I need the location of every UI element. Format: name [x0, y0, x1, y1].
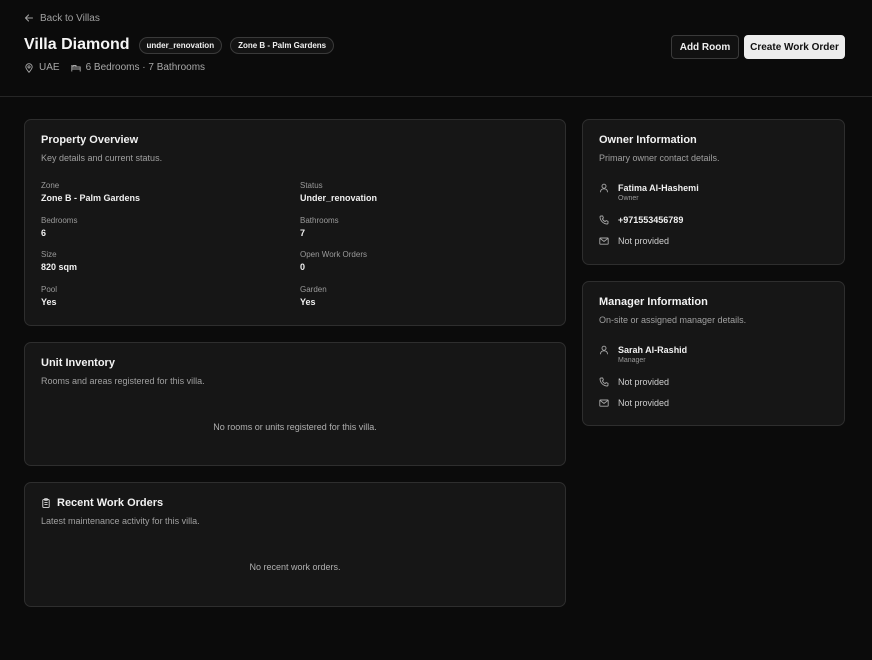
recent-work-orders-card: Recent Work Orders Latest maintenance ac…	[24, 482, 566, 607]
recent-work-orders-heading: Recent Work Orders	[41, 497, 163, 509]
recent-work-orders-subtitle: Latest maintenance activity for this vil…	[41, 516, 200, 526]
rooms-summary-text: 6 Bedrooms · 7 Bathrooms	[85, 62, 206, 73]
field-value: Yes	[300, 297, 316, 307]
phone-icon	[599, 377, 609, 387]
manager-name-row: Sarah Al-Rashid Manager	[599, 344, 687, 366]
field-open-work-orders: Open Work Orders 0	[300, 250, 367, 274]
field-bedrooms: Bedrooms 6	[41, 216, 77, 240]
user-icon	[600, 345, 608, 355]
unit-inventory-title: Unit Inventory	[41, 357, 115, 369]
field-label: Bedrooms	[41, 216, 78, 225]
field-label: Zone	[41, 181, 60, 190]
owner-role: Owner	[618, 195, 639, 202]
recent-work-orders-title: Recent Work Orders	[57, 497, 164, 509]
field-label: Bathrooms	[300, 216, 339, 225]
owner-information-card: Owner Information Primary owner contact …	[582, 119, 845, 265]
manager-name: Sarah Al-Rashid	[618, 345, 688, 355]
mail-icon	[599, 237, 609, 245]
field-label: Garden	[300, 285, 327, 294]
manager-email: Not provided	[618, 398, 670, 408]
field-label: Open Work Orders	[300, 250, 367, 259]
status-badge: under_renovation	[138, 36, 223, 54]
field-zone: Zone Zone B - Palm Gardens	[41, 181, 140, 205]
manager-role: Manager	[618, 357, 646, 364]
title-row: Villa Diamond under_renovation Zone B - …	[24, 36, 335, 54]
user-icon	[600, 183, 608, 193]
unit-inventory-card: Unit Inventory Rooms and areas registere…	[24, 342, 566, 466]
phone-icon	[599, 215, 609, 225]
manager-information-title: Manager Information	[599, 296, 708, 308]
property-overview-subtitle: Key details and current status.	[41, 153, 163, 163]
create-work-order-button[interactable]: Create Work Order	[744, 35, 845, 59]
field-label: Status	[300, 181, 323, 190]
bed-icon	[70, 64, 81, 71]
unit-inventory-subtitle: Rooms and areas registered for this vill…	[41, 376, 205, 386]
owner-name-row: Fatima Al-Hashemi Owner	[599, 182, 699, 204]
field-label: Pool	[41, 285, 58, 294]
property-overview-title: Property Overview	[41, 134, 139, 146]
owner-email-row: Not provided	[599, 235, 669, 247]
manager-email-row: Not provided	[599, 397, 669, 409]
page-title: Villa Diamond	[24, 36, 130, 53]
manager-phone: Not provided	[618, 377, 670, 387]
back-link-label: Back to Villas	[40, 12, 100, 24]
arrow-left-icon	[24, 14, 34, 22]
clipboard-icon	[42, 498, 50, 508]
page-header: Back to Villas Villa Diamond under_renov…	[0, 0, 872, 97]
owner-phone-row: +971553456789	[599, 214, 683, 226]
recent-work-orders-empty: No recent work orders.	[249, 562, 341, 572]
map-pin-icon	[25, 62, 33, 73]
field-value: Zone B - Palm Gardens	[41, 193, 141, 203]
back-to-villas-link[interactable]: Back to Villas	[24, 11, 100, 25]
owner-email: Not provided	[618, 236, 670, 246]
field-value: 6	[41, 228, 47, 238]
location-meta: UAE	[24, 62, 60, 73]
mail-icon	[599, 399, 609, 407]
field-status: Status Under_renovation	[300, 181, 377, 205]
property-overview-card: Property Overview Key details and curren…	[24, 119, 566, 326]
field-value: 7	[300, 228, 306, 238]
field-value: 820 sqm	[41, 262, 78, 272]
owner-phone: +971553456789	[618, 215, 684, 225]
owner-information-subtitle: Primary owner contact details.	[599, 153, 720, 163]
field-size: Size 820 sqm	[41, 250, 77, 274]
field-pool: Pool Yes	[41, 285, 57, 309]
field-value: 0	[300, 262, 306, 272]
field-value: Under_renovation	[300, 193, 378, 203]
add-room-button[interactable]: Add Room	[671, 35, 739, 59]
owner-information-title: Owner Information	[599, 134, 697, 146]
field-label: Size	[41, 250, 57, 259]
field-value: Yes	[41, 297, 57, 307]
field-garden: Garden Yes	[300, 285, 327, 309]
manager-phone-row: Not provided	[599, 376, 669, 388]
manager-information-card: Manager Information On-site or assigned …	[582, 281, 845, 426]
owner-name: Fatima Al-Hashemi	[618, 183, 699, 193]
rooms-meta: 6 Bedrooms · 7 Bathrooms	[70, 62, 206, 73]
location-text: UAE	[39, 62, 60, 73]
zone-badge: Zone B - Palm Gardens	[230, 36, 335, 54]
villa-meta: UAE 6 Bedrooms · 7 Bathrooms	[24, 62, 205, 73]
field-bathrooms: Bathrooms 7	[300, 216, 339, 240]
unit-inventory-empty: No rooms or units registered for this vi…	[213, 422, 377, 432]
manager-information-subtitle: On-site or assigned manager details.	[599, 315, 747, 325]
